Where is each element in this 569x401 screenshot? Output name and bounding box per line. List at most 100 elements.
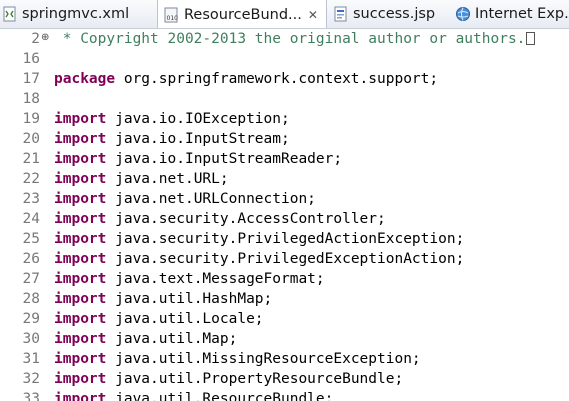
line-number: 22: [22, 171, 40, 187]
code-line[interactable]: 22 import java.net.URL;: [0, 169, 569, 189]
code-line[interactable]: 20 import java.io.InputStream;: [0, 129, 569, 149]
keyword-token: import: [54, 391, 107, 401]
code-token: org.springframework.context.support;: [115, 71, 439, 87]
code-line[interactable]: 25 import java.security.PrivilegedActionE…: [0, 229, 569, 249]
code-text: import java.util.Locale;: [54, 309, 264, 329]
code-text: * Copyright 2002-2013 the original autho…: [54, 29, 536, 49]
code-line[interactable]: 33 import java.util.ResourceBundle;: [0, 389, 569, 401]
keyword-token: package: [54, 71, 116, 87]
tab-internet-explorer[interactable]: Internet Exp...: [455, 0, 569, 28]
line-number: 20: [22, 131, 40, 147]
close-icon[interactable]: ✕: [308, 9, 318, 21]
line-number: 18: [22, 91, 40, 107]
code-line[interactable]: 18: [0, 89, 569, 109]
code-text: import java.net.URLConnection;: [54, 189, 316, 209]
code-text: import java.net.URL;: [54, 169, 229, 189]
keyword-token: import: [54, 231, 107, 247]
line-number: 17: [22, 71, 40, 87]
code-text: import java.security.PrivilegedException…: [54, 249, 464, 269]
code-text: import java.text.MessageFormat;: [54, 269, 325, 289]
code-text: import java.util.HashMap;: [54, 289, 272, 309]
code-text: import java.security.AccessController;: [54, 209, 386, 229]
code-token: java.util.PropertyResourceBundle;: [106, 371, 404, 387]
line-number: 25: [22, 231, 40, 247]
code-line[interactable]: 29 import java.util.Locale;: [0, 309, 569, 329]
tab-label: Internet Exp...: [475, 6, 569, 22]
code-line[interactable]: 32 import java.util.PropertyResourceBundl…: [0, 369, 569, 389]
line-number: 19: [22, 111, 40, 127]
tab-label: springmvc.xml: [22, 6, 130, 22]
keyword-token: import: [54, 191, 107, 207]
line-number: 16: [22, 51, 40, 67]
code-line[interactable]: 24 import java.security.AccessController;: [0, 209, 569, 229]
code-token: java.util.Map;: [106, 331, 238, 347]
code-token: java.net.URL;: [106, 171, 229, 187]
code-token: java.util.Locale;: [106, 311, 264, 327]
keyword-token: import: [54, 171, 107, 187]
jsp-file-icon: [333, 6, 349, 22]
line-number: 28: [22, 291, 40, 307]
keyword-token: import: [54, 291, 107, 307]
line-number: 2: [31, 31, 40, 47]
code-text: import java.io.IOException;: [54, 109, 290, 129]
keyword-token: import: [54, 311, 107, 327]
code-text: import java.util.Map;: [54, 329, 237, 349]
code-line[interactable]: 28 import java.util.HashMap;: [0, 289, 569, 309]
code-token: java.io.IOException;: [106, 111, 290, 127]
tab-springmvc-xml[interactable]: springmvc.xml: [2, 0, 152, 28]
folded-region-marker[interactable]: [526, 32, 536, 45]
code-token: java.text.MessageFormat;: [106, 271, 325, 287]
code-line[interactable]: 23 import java.net.URLConnection;: [0, 189, 569, 209]
code-line[interactable]: 26 import java.security.PrivilegedExcepti…: [0, 249, 569, 269]
web-browser-icon: [455, 6, 471, 22]
line-number: 26: [22, 251, 40, 267]
code-line[interactable]: 21 import java.io.InputStreamReader;: [0, 149, 569, 169]
code-line[interactable]: 2 ⊕ * Copyright 2002-2013 the original au…: [0, 29, 569, 49]
tab-resourcebundle-active[interactable]: 010 ResourceBund... ✕: [157, 0, 327, 28]
tab-label: success.jsp: [353, 6, 436, 22]
code-line[interactable]: 27 import java.text.MessageFormat;: [0, 269, 569, 289]
fold-expand-icon[interactable]: ⊕: [41, 33, 51, 43]
eclipse-window: springmvc.xml 010 ResourceBund... ✕ succ…: [0, 0, 569, 401]
line-number: 23: [22, 191, 40, 207]
line-number: 27: [22, 271, 40, 287]
code-line[interactable]: 31 import java.util.MissingResourceExcept…: [0, 349, 569, 369]
code-token: java.io.InputStreamReader;: [106, 151, 343, 167]
code-editor[interactable]: 2 ⊕ * Copyright 2002-2013 the original au…: [0, 29, 569, 401]
keyword-token: import: [54, 111, 107, 127]
code-text: import java.io.InputStreamReader;: [54, 149, 342, 169]
code-token: java.net.URLConnection;: [106, 191, 316, 207]
tab-success-jsp[interactable]: success.jsp: [333, 0, 448, 28]
code-line[interactable]: 17 package org.springframework.context.su…: [0, 69, 569, 89]
line-number: 30: [22, 331, 40, 347]
code-text: import java.util.PropertyResourceBundle;: [54, 369, 403, 389]
keyword-token: import: [54, 271, 107, 287]
keyword-token: import: [54, 131, 107, 147]
code-token: java.security.PrivilegedActionException;: [106, 231, 465, 247]
xml-file-icon: [2, 6, 18, 22]
keyword-token: import: [54, 331, 107, 347]
code-line[interactable]: 19 import java.io.IOException;: [0, 109, 569, 129]
tab-label: ResourceBund...: [184, 6, 302, 23]
line-number: 29: [22, 311, 40, 327]
code-text: import java.security.PrivilegedActionExc…: [54, 229, 464, 249]
code-line[interactable]: 16: [0, 49, 569, 69]
keyword-token: import: [54, 351, 107, 367]
code-text: import java.util.ResourceBundle;: [54, 389, 333, 401]
svg-text:010: 010: [167, 15, 179, 22]
line-number: 31: [22, 351, 40, 367]
code-text: import java.io.InputStream;: [54, 129, 290, 149]
editor-tab-bar: springmvc.xml 010 ResourceBund... ✕ succ…: [0, 0, 569, 29]
code-token: java.security.PrivilegedExceptionAction;: [106, 251, 465, 267]
line-number: 33: [22, 391, 40, 401]
line-number: 21: [22, 151, 40, 167]
code-token: java.security.AccessController;: [106, 211, 386, 227]
line-number: 32: [22, 371, 40, 387]
code-text: import java.util.MissingResourceExceptio…: [54, 349, 421, 369]
keyword-token: import: [54, 251, 107, 267]
code-token: java.util.ResourceBundle;: [106, 391, 334, 401]
code-text: package org.springframework.context.supp…: [54, 69, 438, 89]
code-token: java.util.MissingResourceException;: [106, 351, 421, 367]
code-line[interactable]: 30 import java.util.Map;: [0, 329, 569, 349]
class-file-icon: 010: [164, 7, 180, 23]
